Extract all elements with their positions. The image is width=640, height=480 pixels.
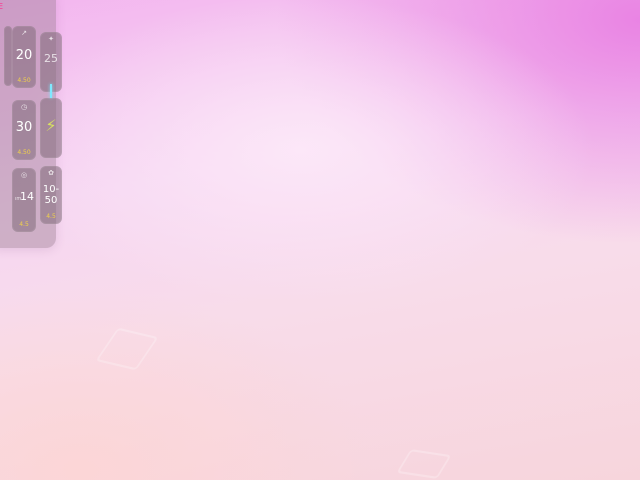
vr-scene: E ↗ 20 4.50 ✦ 25 ◷ 30 4.50 ⚡ ◎ ım 14 4.5 [0,0,640,480]
tile-value: 14 [20,190,34,203]
pointer-cursor [50,84,52,98]
tile-timer[interactable]: ◷ 30 4.50 [12,100,36,160]
tile-distance[interactable]: ◎ ım 14 4.5 [12,168,36,232]
arrow-icon: ↗ [21,29,27,37]
floating-settings-panel: E ↗ 20 4.50 ✦ 25 ◷ 30 4.50 ⚡ ◎ ım 14 4.5 [0,0,62,248]
panel-title: E [0,2,4,11]
tile-speed[interactable]: ↗ 20 4.50 [12,26,36,88]
floor-marker [396,449,452,479]
sparkle-icon: ✦ [48,35,54,43]
tile-footer: 4.50 [17,149,31,156]
tile-power[interactable]: ⚡ [40,98,62,158]
tile-value: 10-50 [42,184,60,206]
flower-icon: ✿ [48,169,54,177]
tile-range[interactable]: ✿ 10-50 4.5 [40,166,62,224]
tile-value: 25 [44,52,58,65]
tile-footer: 4.5 [19,221,29,228]
tile-footer: 4.50 [17,77,31,84]
floor-marker [95,327,159,371]
tile-value: 30 [15,120,33,135]
tile-partial[interactable] [4,26,12,86]
target-icon: ◎ [20,171,28,179]
clock-icon: ◷ [20,103,28,111]
tile-setting[interactable]: ✦ 25 [40,32,62,92]
lightning-icon: ⚡ [45,116,57,135]
tile-value: 20 [15,48,33,63]
tile-footer: 4.5 [46,213,56,220]
